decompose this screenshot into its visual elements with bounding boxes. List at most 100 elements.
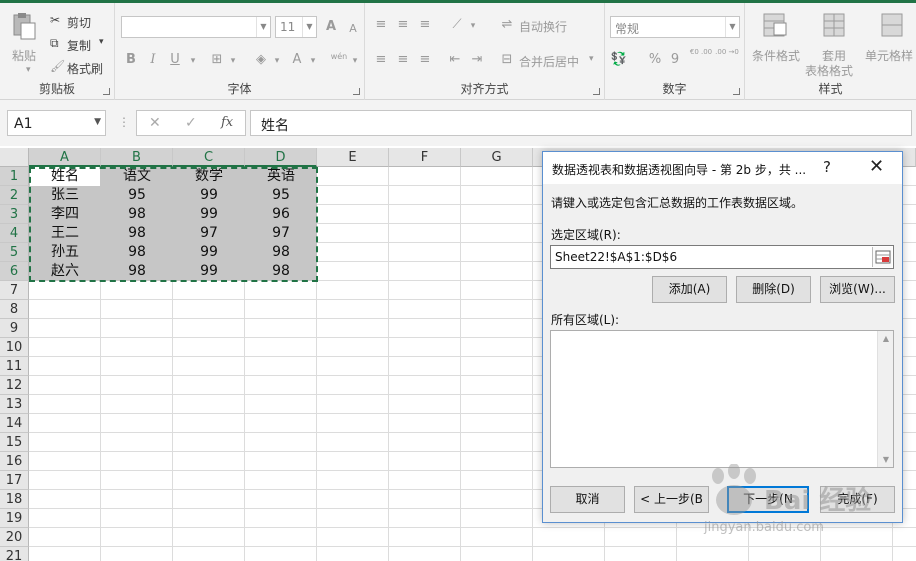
alignment-launcher-icon[interactable]: [593, 88, 600, 95]
row-header[interactable]: 6: [0, 262, 29, 281]
chevron-down-icon[interactable]: ▼: [94, 117, 101, 127]
cell-styles-icon[interactable]: [879, 11, 907, 37]
all-ranges-list[interactable]: ▲ ▼: [550, 330, 894, 468]
chevron-down-icon[interactable]: ▾: [463, 16, 483, 36]
row-header[interactable]: 19: [0, 509, 29, 528]
browse-button[interactable]: 浏览(W)...: [820, 276, 895, 303]
column-header[interactable]: F: [389, 148, 461, 167]
row-header[interactable]: 21: [0, 547, 29, 561]
delete-button[interactable]: 删除(D): [736, 276, 811, 303]
row-header[interactable]: 14: [0, 414, 29, 433]
row-header[interactable]: 5: [0, 243, 29, 262]
chevron-down-icon[interactable]: ▾: [303, 51, 323, 71]
row-header[interactable]: 3: [0, 205, 29, 224]
chevron-down-icon[interactable]: ▾: [345, 51, 365, 71]
row-header[interactable]: 12: [0, 376, 29, 395]
help-button[interactable]: ?: [823, 158, 831, 176]
font-name-combo[interactable]: ▼: [121, 16, 271, 38]
grow-font-button[interactable]: A: [321, 17, 341, 37]
row-header[interactable]: 8: [0, 300, 29, 319]
chevron-down-icon[interactable]: ▼: [302, 17, 316, 37]
decrease-indent-icon[interactable]: ⇤: [445, 50, 465, 70]
confirm-entry-icon[interactable]: ✓: [185, 115, 197, 131]
column-header[interactable]: E: [317, 148, 389, 167]
underline-button[interactable]: U: [165, 50, 185, 70]
scrollbar[interactable]: ▲ ▼: [877, 331, 893, 467]
currency-icon[interactable]: 💱: [609, 50, 629, 70]
formula-input[interactable]: 姓名: [250, 110, 912, 136]
copy-button[interactable]: 复制: [67, 37, 91, 54]
bold-button[interactable]: B: [121, 50, 141, 70]
increase-indent-icon[interactable]: ⇥: [467, 50, 487, 70]
decrease-decimal-button[interactable]: .00 →0: [715, 48, 739, 68]
align-left-icon[interactable]: ≡: [371, 50, 391, 70]
row-header[interactable]: 18: [0, 490, 29, 509]
comma-button[interactable]: 9: [665, 50, 685, 70]
range-input[interactable]: Sheet22!$A$1:$D$6: [550, 245, 894, 269]
chevron-down-icon[interactable]: ▾: [267, 51, 287, 71]
row-header[interactable]: 9: [0, 319, 29, 338]
wrap-text-icon[interactable]: ⇌: [497, 15, 517, 35]
paste-button[interactable]: 粘贴: [12, 47, 36, 64]
number-format-combo[interactable]: 常规 ▼: [610, 16, 740, 38]
paste-icon[interactable]: [10, 11, 38, 40]
format-painter-button[interactable]: 格式刷: [67, 60, 103, 77]
merge-center-icon[interactable]: ⊟: [497, 50, 517, 70]
cut-icon[interactable]: ✂: [50, 13, 60, 27]
row-header[interactable]: 4: [0, 224, 29, 243]
format-as-table-button-line2[interactable]: 表格格式: [805, 62, 853, 79]
select-all-corner[interactable]: [0, 148, 29, 167]
insert-function-button[interactable]: fx: [221, 115, 233, 130]
row-header[interactable]: 2: [0, 186, 29, 205]
chevron-down-icon[interactable]: ▼: [256, 17, 270, 37]
copy-dropdown-icon[interactable]: ▾: [99, 37, 104, 47]
font-size-combo[interactable]: 11 ▼: [275, 16, 317, 38]
cell-styles-button[interactable]: 单元格样: [865, 47, 913, 64]
paste-dropdown-icon[interactable]: ▾: [26, 65, 31, 75]
close-icon[interactable]: ✕: [869, 156, 884, 177]
chevron-down-icon[interactable]: ▾: [223, 51, 243, 71]
shrink-font-button[interactable]: A: [343, 19, 363, 39]
row-header[interactable]: 17: [0, 471, 29, 490]
chevron-down-icon[interactable]: ▼: [725, 17, 739, 37]
row-header[interactable]: 13: [0, 395, 29, 414]
column-header[interactable]: G: [461, 148, 533, 167]
chevron-down-icon[interactable]: ▾: [183, 51, 203, 71]
align-center-icon[interactable]: ≡: [393, 50, 413, 70]
row-header[interactable]: 10: [0, 338, 29, 357]
clipboard-launcher-icon[interactable]: [103, 88, 110, 95]
dialog-titlebar[interactable]: 数据透视表和数据透视图向导 - 第 2b 步，共 ... ? ✕: [543, 152, 902, 184]
cancel-button[interactable]: 取消: [550, 486, 625, 513]
format-as-table-icon[interactable]: [821, 11, 849, 37]
add-button[interactable]: 添加(A): [652, 276, 727, 303]
cancel-entry-icon[interactable]: ✕: [149, 115, 161, 131]
align-right-icon[interactable]: ≡: [415, 50, 435, 70]
name-box[interactable]: A1 ▼: [7, 110, 106, 136]
align-bottom-icon[interactable]: ≡: [415, 15, 435, 35]
cut-button[interactable]: 剪切: [67, 14, 91, 31]
column-header[interactable]: D: [245, 148, 317, 167]
copy-icon[interactable]: ⧉: [50, 36, 59, 51]
wrap-text-button[interactable]: 自动换行: [519, 18, 567, 35]
column-header[interactable]: B: [101, 148, 173, 167]
row-header[interactable]: 7: [0, 281, 29, 300]
increase-decimal-button[interactable]: €0 .00: [689, 48, 713, 68]
row-header[interactable]: 16: [0, 452, 29, 471]
font-launcher-icon[interactable]: [353, 88, 360, 95]
merge-center-button[interactable]: 合并后居中: [519, 53, 579, 70]
row-header[interactable]: 15: [0, 433, 29, 452]
format-painter-icon[interactable]: 🖌: [50, 59, 65, 73]
align-middle-icon[interactable]: ≡: [393, 15, 413, 35]
row-header[interactable]: 11: [0, 357, 29, 376]
row-header[interactable]: 20: [0, 528, 29, 547]
percent-button[interactable]: %: [645, 50, 665, 70]
column-header[interactable]: C: [173, 148, 245, 167]
italic-button[interactable]: I: [143, 50, 163, 70]
conditional-format-button[interactable]: 条件格式: [752, 47, 800, 64]
back-button[interactable]: < 上一步(B: [634, 486, 709, 513]
number-launcher-icon[interactable]: [733, 88, 740, 95]
conditional-format-icon[interactable]: [761, 11, 789, 37]
column-header[interactable]: A: [29, 148, 101, 167]
scroll-down-icon[interactable]: ▼: [878, 455, 894, 464]
scroll-up-icon[interactable]: ▲: [878, 334, 894, 343]
